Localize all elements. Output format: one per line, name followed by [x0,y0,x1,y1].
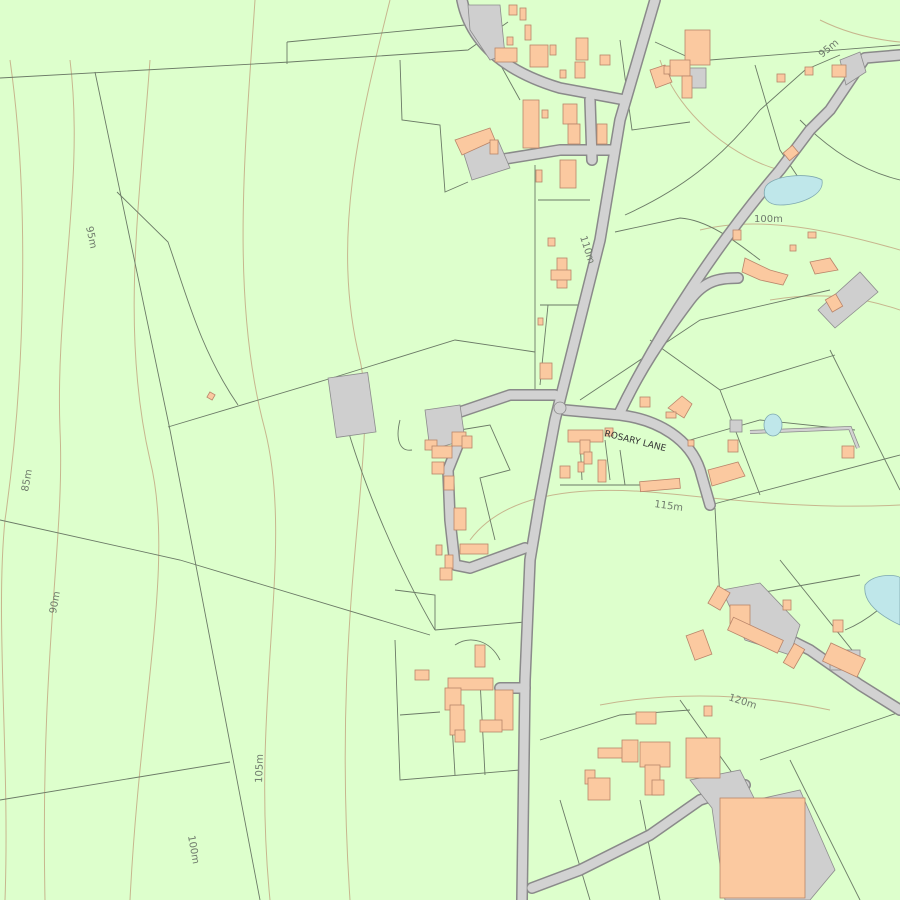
contour-label-100-upper: 100m [754,214,783,225]
contour-label-105: 105m [254,754,266,783]
map-canvas[interactable]: ROSARY LANE 95m 95m 100m 110m 85m 115m 9… [0,0,900,900]
